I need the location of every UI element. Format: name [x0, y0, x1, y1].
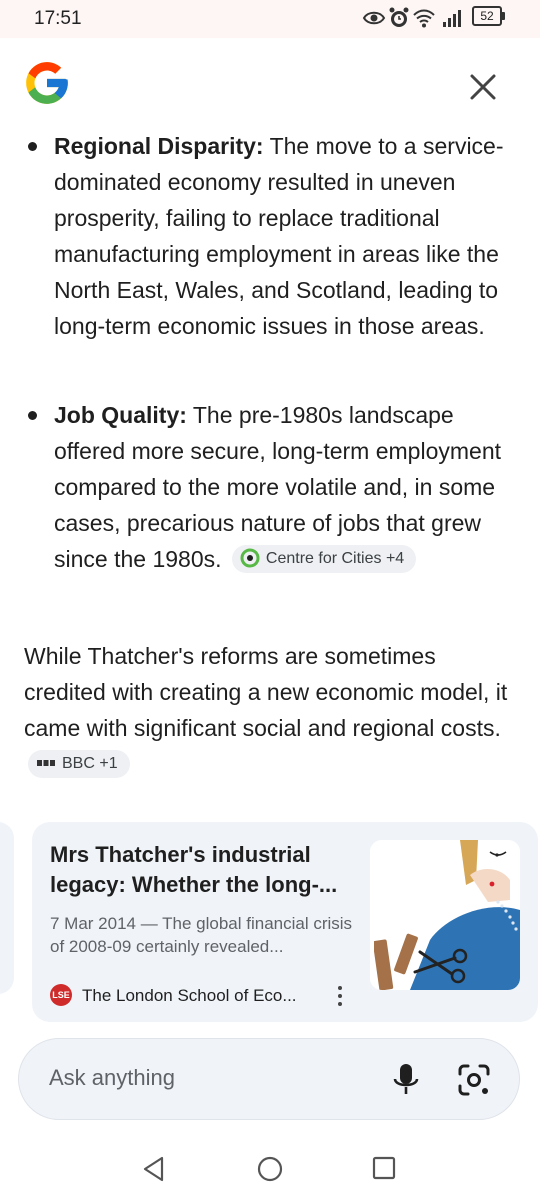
bbc-icon	[37, 759, 55, 766]
card-source: LSE The London School of Eco...	[50, 984, 320, 1008]
card-thumbnail	[370, 840, 520, 990]
home-circle-icon	[257, 1156, 283, 1182]
ask-input[interactable]: Ask anything	[18, 1038, 520, 1120]
paragraph-text: While Thatcher's reforms are sometimes c…	[24, 643, 508, 741]
close-icon	[470, 74, 496, 100]
source-chip-centre-for-cities[interactable]: Centre for Cities +4	[231, 544, 417, 573]
lse-logo: LSE	[50, 984, 72, 1006]
bullet-item: Regional Disparity: The move to a servic…	[28, 128, 514, 344]
more-options-button[interactable]	[330, 982, 350, 1010]
source-chip-bbc[interactable]: BBC +1	[28, 749, 130, 778]
card-title: Mrs Thatcher's industrial legacy: Whethe…	[50, 842, 338, 897]
chip-label: Centre for Cities +4	[265, 549, 405, 567]
recents-button[interactable]	[372, 1156, 396, 1185]
alarm-icon	[388, 6, 410, 35]
status-time: 17:51	[34, 8, 82, 29]
eye-icon	[362, 6, 386, 35]
thatcher-illustration	[370, 840, 520, 990]
bullet-item: Job Quality: The pre-1980s landscape off…	[28, 397, 514, 577]
bullet-dot	[28, 142, 37, 151]
source-card[interactable]: Mrs Thatcher's industrial legacy: Whethe…	[32, 822, 538, 1022]
chip-label: BBC +1	[62, 754, 118, 772]
bullet-dot	[28, 411, 37, 420]
source-name: The London School of Eco...	[82, 986, 297, 1005]
system-nav-bar	[0, 1132, 540, 1200]
status-bar: 17:51 52	[0, 0, 540, 38]
wifi-icon	[412, 6, 436, 35]
ask-placeholder[interactable]: Ask anything	[49, 1065, 175, 1091]
bullet-term: Job Quality:	[54, 402, 187, 428]
bullet-text: The move to a service-dominated economy …	[54, 133, 504, 339]
mic-icon	[393, 1064, 419, 1094]
recents-square-icon	[372, 1156, 396, 1180]
status-icons: 52	[362, 6, 512, 30]
card-snippet: 7 Mar 2014 — The global financial crisis…	[50, 914, 353, 956]
mic-button[interactable]	[391, 1063, 421, 1097]
back-triangle-icon	[143, 1156, 164, 1182]
header	[0, 38, 540, 130]
battery-icon: 52	[472, 6, 505, 26]
bullet-term: Regional Disparity:	[54, 133, 264, 159]
lens-button[interactable]	[457, 1063, 491, 1097]
back-button[interactable]	[142, 1156, 166, 1187]
home-button[interactable]	[257, 1156, 283, 1187]
previous-card-peek[interactable]	[0, 822, 14, 994]
close-button[interactable]	[462, 66, 504, 108]
input-area: Ask anything	[0, 1022, 540, 1132]
lens-icon	[458, 1064, 490, 1096]
summary-paragraph: While Thatcher's reforms are sometimes c…	[24, 638, 514, 782]
centre-for-cities-icon	[240, 548, 260, 568]
google-g-logo	[26, 62, 68, 104]
signal-icon	[442, 6, 464, 35]
